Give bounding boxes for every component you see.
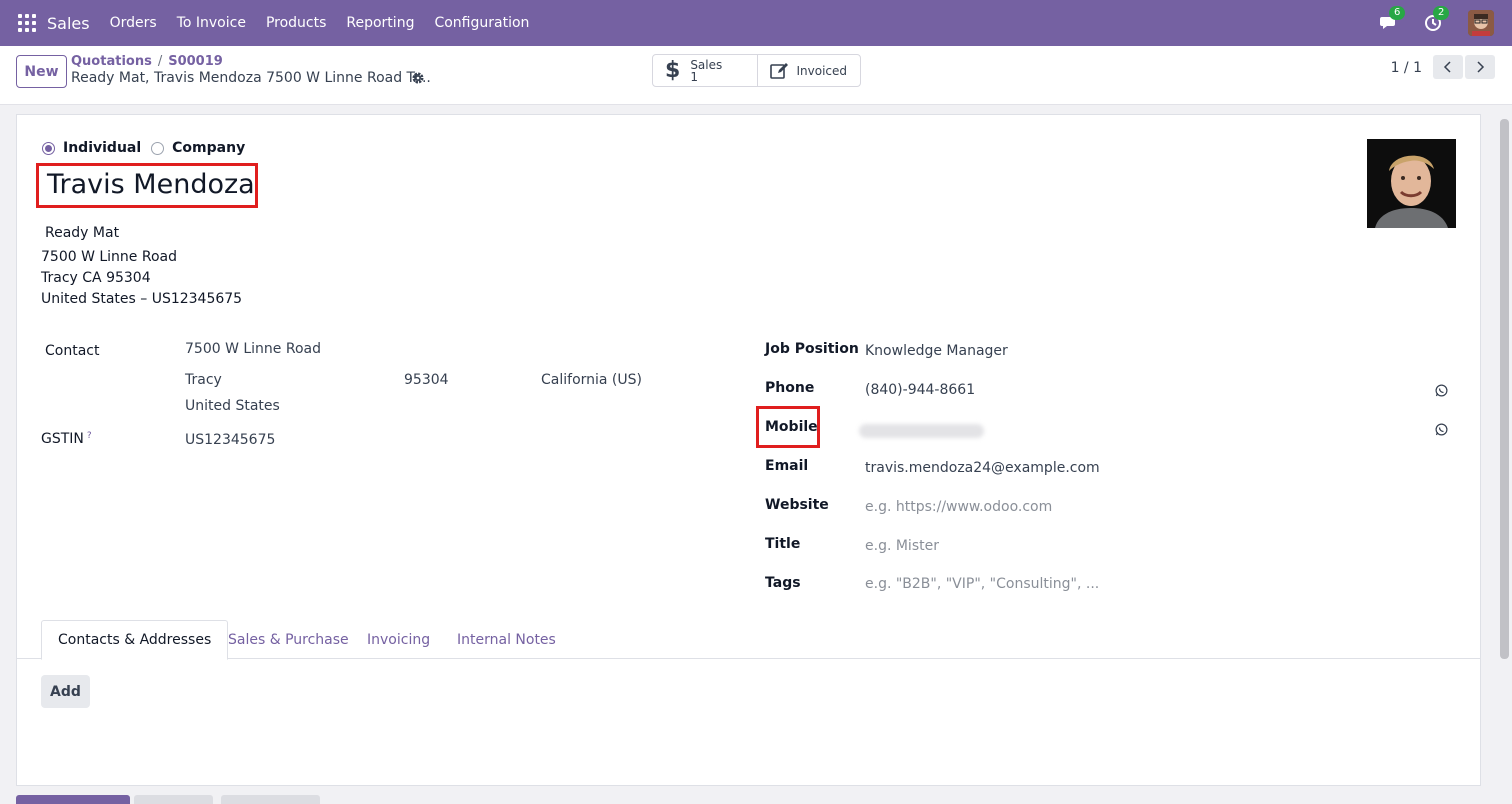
contact-label: Contact [45, 343, 100, 359]
activities-clock-icon[interactable]: 2 [1424, 6, 1450, 32]
bottom-tertiary-button[interactable] [221, 795, 320, 804]
add-contact-button[interactable]: Add [41, 675, 90, 708]
navbar-systray: 6 2 [1380, 0, 1512, 46]
job-position-label: Job Position [765, 341, 859, 357]
messages-icon[interactable]: 6 [1380, 6, 1406, 32]
invoiced-smart-button[interactable]: Invoiced [756, 55, 861, 86]
email-label: Email [765, 458, 809, 474]
breadcrumb-order[interactable]: S00019 [168, 54, 223, 69]
gstin-help-icon[interactable]: ? [87, 431, 92, 441]
tags-label: Tags [765, 575, 801, 591]
highlight-name-box: Travis Mendoza [36, 163, 258, 208]
scrollbar-thumb[interactable] [1500, 119, 1509, 659]
phone-label: Phone [765, 380, 815, 396]
form-sheet: Individual Company Travis Mendoza Ready … [16, 114, 1481, 786]
new-button[interactable]: New [16, 55, 67, 88]
address-street: 7500 W Linne Road [41, 249, 178, 265]
bottom-secondary-button[interactable] [134, 795, 213, 804]
website-field[interactable]: e.g. https://www.odoo.com [865, 499, 1052, 515]
zip-field[interactable]: 95304 [404, 372, 449, 388]
pager-next-button[interactable] [1465, 55, 1495, 79]
address-country: United States – US12345675 [41, 291, 243, 307]
gstin-field[interactable]: US12345675 [185, 432, 275, 448]
apps-menu-icon[interactable] [18, 14, 36, 32]
partner-photo[interactable] [1367, 139, 1456, 228]
pager-value[interactable]: 1 / 1 [1391, 60, 1422, 76]
control-panel: New Quotations / S00019 Ready Mat, Travis … [0, 46, 1512, 105]
mobile-label: Mobile [765, 419, 818, 435]
phone-field[interactable]: (840)-944-8661 [865, 382, 975, 398]
city-field[interactable]: Tracy [185, 372, 222, 388]
state-field[interactable]: California (US) [541, 372, 642, 388]
record-title: Ready Mat, Travis Mendoza 7500 W Linne R… [71, 70, 431, 86]
street-field[interactable]: 7500 W Linne Road [185, 341, 321, 357]
website-label: Website [765, 497, 829, 513]
pager-previous-button[interactable] [1433, 55, 1463, 79]
address-city: Tracy CA 95304 [41, 270, 151, 286]
title-field[interactable]: e.g. Mister [865, 538, 939, 554]
sales-smart-label: Sales [690, 57, 723, 72]
whatsapp-phone-icon[interactable] [1435, 384, 1448, 397]
top-navbar: Sales Orders To Invoice Products Reporti… [0, 0, 1512, 46]
messages-badge: 6 [1389, 6, 1406, 20]
breadcrumb: Quotations / S00019 [71, 54, 223, 69]
email-field[interactable]: travis.mendoza24@example.com [865, 460, 1100, 476]
country-field[interactable]: United States [185, 398, 280, 414]
mobile-field-blurred[interactable] [859, 424, 984, 438]
app-brand[interactable]: Sales [47, 14, 90, 33]
radio-individual[interactable] [42, 141, 55, 155]
gstin-label: GSTIN? [41, 431, 92, 447]
address-company: Ready Mat [45, 225, 120, 241]
user-avatar[interactable] [1468, 10, 1494, 36]
edit-icon [769, 62, 790, 80]
breadcrumb-separator: / [157, 54, 163, 69]
tab-invoicing[interactable]: Invoicing [367, 620, 430, 659]
tags-field[interactable]: e.g. "B2B", "VIP", "Consulting", ... [865, 576, 1099, 592]
bottom-primary-button[interactable] [16, 795, 130, 804]
gear-icon[interactable] [411, 71, 425, 85]
title-label: Title [765, 536, 801, 552]
whatsapp-mobile-icon[interactable] [1435, 423, 1448, 436]
radio-company[interactable] [151, 141, 165, 155]
menu-configuration[interactable]: Configuration [424, 15, 539, 31]
job-position-field[interactable]: Knowledge Manager [865, 343, 1008, 359]
smart-buttons: $ Sales 1 Invoiced [652, 54, 861, 87]
sales-smart-count: 1 [690, 69, 698, 84]
menu-products[interactable]: Products [256, 15, 336, 31]
tab-sales-purchase[interactable]: Sales & Purchase [228, 620, 349, 659]
dollar-icon: $ [665, 58, 681, 83]
tab-contacts-addresses[interactable]: Contacts & Addresses [41, 620, 229, 660]
menu-to-invoice[interactable]: To Invoice [167, 15, 256, 31]
sales-smart-button[interactable]: $ Sales 1 [653, 55, 757, 86]
radio-company-label[interactable]: Company [172, 140, 245, 156]
company-type-radio: Individual Company [42, 140, 245, 156]
radio-individual-label[interactable]: Individual [63, 140, 141, 156]
notebook-tabs: Contacts & Addresses Sales & Purchase In… [17, 620, 1480, 660]
menu-reporting[interactable]: Reporting [336, 15, 424, 31]
invoiced-smart-label: Invoiced [796, 63, 848, 78]
menu-orders[interactable]: Orders [100, 15, 167, 31]
tab-internal-notes[interactable]: Internal Notes [457, 620, 556, 659]
breadcrumb-quotations[interactable]: Quotations [71, 54, 152, 69]
page-scrollbar[interactable] [1497, 105, 1512, 804]
activities-badge: 2 [1433, 6, 1450, 20]
partner-name-field[interactable]: Travis Mendoza [47, 169, 255, 200]
